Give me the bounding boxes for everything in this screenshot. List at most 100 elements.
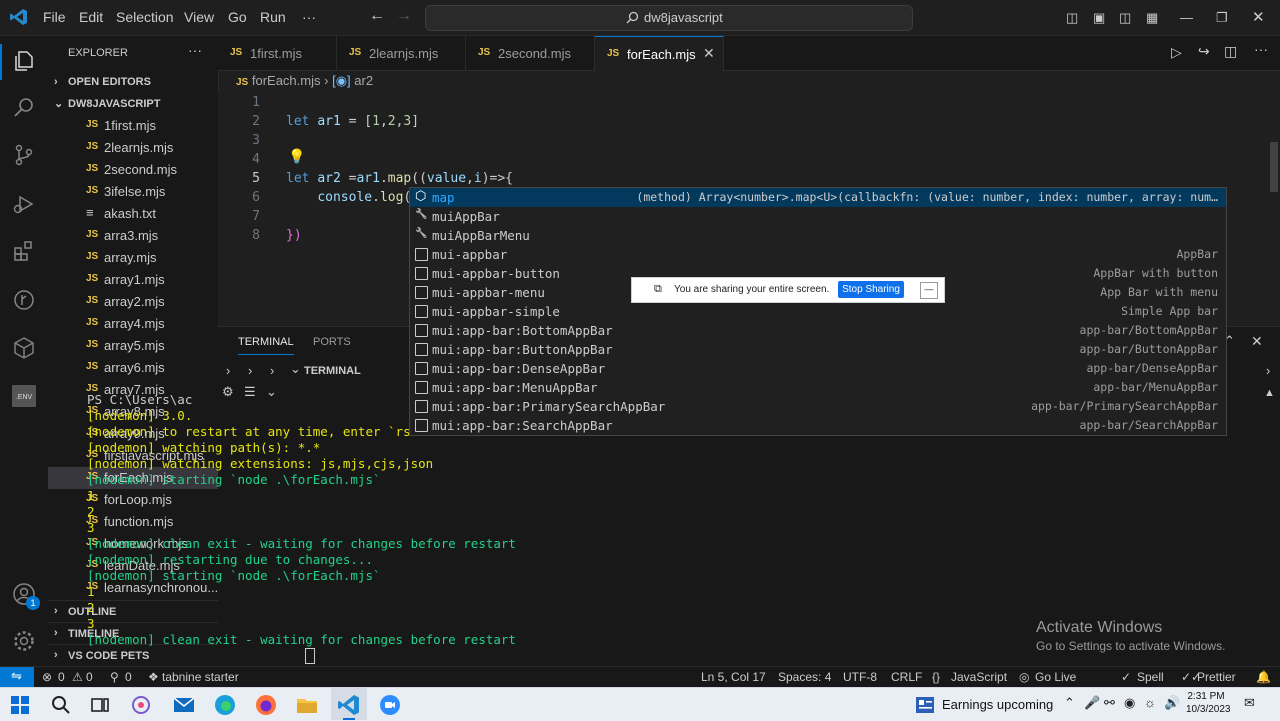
suggestion-item[interactable]: mui-appbar-simple Simple App bar [410,302,1226,321]
tab-terminal[interactable]: TERMINAL [238,336,294,355]
suggestion-item[interactable]: mui:app-bar:MenuAppBar app-bar/MenuAppBar [410,378,1226,397]
warning-icon[interactable]: ⚠ [72,670,83,684]
microphone-icon[interactable]: 🎤 [1084,695,1100,711]
error-icon[interactable]: ⊗ [42,670,52,684]
chevron-right-icon[interactable]: › [1266,363,1270,378]
camera-icon[interactable]: ◉ [1124,695,1135,711]
bell-icon[interactable]: 🔔 [1256,670,1271,684]
minimize-icon[interactable]: — [1180,10,1193,25]
settings-gear-icon[interactable] [12,629,36,653]
close-panel-icon[interactable]: ✕ [1251,333,1263,350]
volume-icon[interactable]: 🔊 [1164,695,1180,711]
vscode-taskbar-icon[interactable] [337,693,361,717]
more-actions-icon[interactable]: ··· [1254,41,1268,57]
file-item[interactable]: JS 2second.mjs [48,159,218,181]
firefox-icon[interactable] [254,693,278,717]
chevron-up-icon[interactable]: ⌃ [1064,695,1075,711]
tab-ports[interactable]: PORTS [313,336,351,348]
file-item[interactable]: JS array4.mjs [48,313,218,335]
explorer-files-icon[interactable] [12,49,36,73]
file-item[interactable]: JS array.mjs [48,247,218,269]
indentation[interactable]: Spaces: 4 [778,670,831,684]
close-tab-icon[interactable]: ✕ [703,45,715,62]
back-arrow-icon[interactable]: ← [369,7,385,25]
tab-2learnjs[interactable]: JS 2learnjs.mjs [337,36,466,70]
chevron-right-icon[interactable]: › [270,363,274,378]
file-item[interactable]: JS array1.mjs [48,269,218,291]
toggle-sidebar-icon[interactable]: ◫ [1066,10,1078,26]
cursor-position[interactable]: Ln 5, Col 17 [701,670,766,684]
menu-run[interactable]: Run [260,9,286,25]
close-window-icon[interactable]: ✕ [1252,8,1265,26]
windows-start-icon[interactable] [8,693,32,717]
file-item[interactable]: ≡ akash.txt [48,203,218,225]
suggestion-item[interactable]: 🔧 muiAppBar [410,207,1226,226]
lightbulb-icon[interactable]: 💡 [288,149,305,165]
file-item[interactable]: JS array2.mjs [48,291,218,313]
spell-check[interactable]: Spell [1137,670,1164,684]
stop-sharing-button[interactable]: Stop Sharing [838,281,904,298]
scroll-up-icon[interactable]: ▲ [1264,387,1275,399]
snipping-tool-icon[interactable] [129,693,153,717]
usb-icon[interactable]: ⚯ [1104,695,1115,711]
zoom-icon[interactable] [378,693,402,717]
toggle-secondary-sidebar-icon[interactable]: ◫ [1119,10,1131,26]
error-count[interactable]: 0 [58,670,65,684]
task-view-icon[interactable] [88,693,112,717]
suggestion-item[interactable]: 🔧 muiAppBarMenu [410,226,1226,245]
mail-icon[interactable] [172,693,196,717]
chevron-right-icon[interactable]: › [226,363,230,378]
customize-layout-icon[interactable]: ▦ [1146,10,1158,26]
cube-extension-icon[interactable] [12,336,36,360]
suggestion-item[interactable]: mui:app-bar:ButtonAppBar app-bar/ButtonAp… [410,340,1226,359]
split-editor-icon[interactable]: ◫ [1224,43,1237,60]
menu-edit[interactable]: Edit [79,9,103,25]
env-file-icon[interactable]: .ENV [12,385,36,407]
open-changes-icon[interactable]: ↪ [1198,43,1210,60]
suggestion-item[interactable]: mui:app-bar:DenseAppBar app-bar/DenseAppB… [410,359,1226,378]
forward-arrow-icon[interactable]: → [396,7,412,25]
menu-go[interactable]: Go [228,9,247,25]
clock[interactable]: 2:31 PM 10/3/2023 [1186,690,1231,716]
news-widget-icon[interactable] [913,693,937,717]
suggestion-item[interactable]: ⬡ map (method) Array<number>.map<U>(callba… [410,188,1226,207]
tab-2second[interactable]: JS 2second.mjs [466,36,595,70]
extensions-icon[interactable] [12,239,36,263]
chevron-right-icon[interactable]: › [248,363,252,378]
file-item[interactable]: JS 2learnjs.mjs [48,137,218,159]
info-count[interactable]: 0 [125,670,132,684]
file-item[interactable]: JS arra3.mjs [48,225,218,247]
run-debug-icon[interactable] [12,192,36,216]
breadcrumb-file[interactable]: forEach.mjs [252,73,321,88]
chevron-down-icon[interactable]: ⌄ [290,361,301,377]
suggestion-item[interactable]: mui:app-bar:BottomAppBar app-bar/BottomAp… [410,321,1226,340]
remote-indicator[interactable]: ⇋ [0,667,34,688]
run-file-icon[interactable]: ▷ [1171,44,1182,61]
menu-more[interactable]: ··· [302,9,316,25]
suggestion-item[interactable]: mui-appbar AppBar [410,245,1226,264]
news-headline[interactable]: Earnings upcoming [942,697,1053,712]
file-item[interactable]: JS 1first.mjs [48,115,218,137]
autocomplete-suggestions[interactable]: ⬡ map (method) Array<number>.map<U>(callba… [409,187,1227,436]
encoding[interactable]: UTF-8 [843,670,877,684]
command-center-search[interactable]: dw8javascript [425,5,913,31]
wifi-icon[interactable]: ☼ [1144,695,1156,710]
edge-browser-icon[interactable] [213,693,237,717]
menu-selection[interactable]: Selection [116,9,174,25]
search-icon[interactable] [49,693,73,717]
tabnine-status[interactable]: tabnine starter [162,670,239,684]
tabnine-icon[interactable]: ❖ [148,670,159,684]
line-ending[interactable]: CRLF [891,670,922,684]
suggestion-item[interactable]: mui:app-bar:SearchAppBar app-bar/SearchAp… [410,416,1226,435]
project-section[interactable]: ⌄ DW8JAVASCRIPT [48,95,218,115]
notification-icon[interactable]: ✉ [1244,695,1255,711]
tab-forEach[interactable]: JS forEach.mjs ✕ [595,36,724,71]
menu-view[interactable]: View [184,9,214,25]
restore-icon[interactable]: ❐ [1216,10,1228,26]
file-item[interactable]: JS 3ifelse.mjs [48,181,218,203]
menu-file[interactable]: File [43,9,66,25]
toggle-panel-icon[interactable]: ▣ [1093,10,1105,26]
warning-count[interactable]: 0 [86,670,93,684]
file-item[interactable]: JS array6.mjs [48,357,218,379]
file-explorer-icon[interactable] [295,693,319,717]
